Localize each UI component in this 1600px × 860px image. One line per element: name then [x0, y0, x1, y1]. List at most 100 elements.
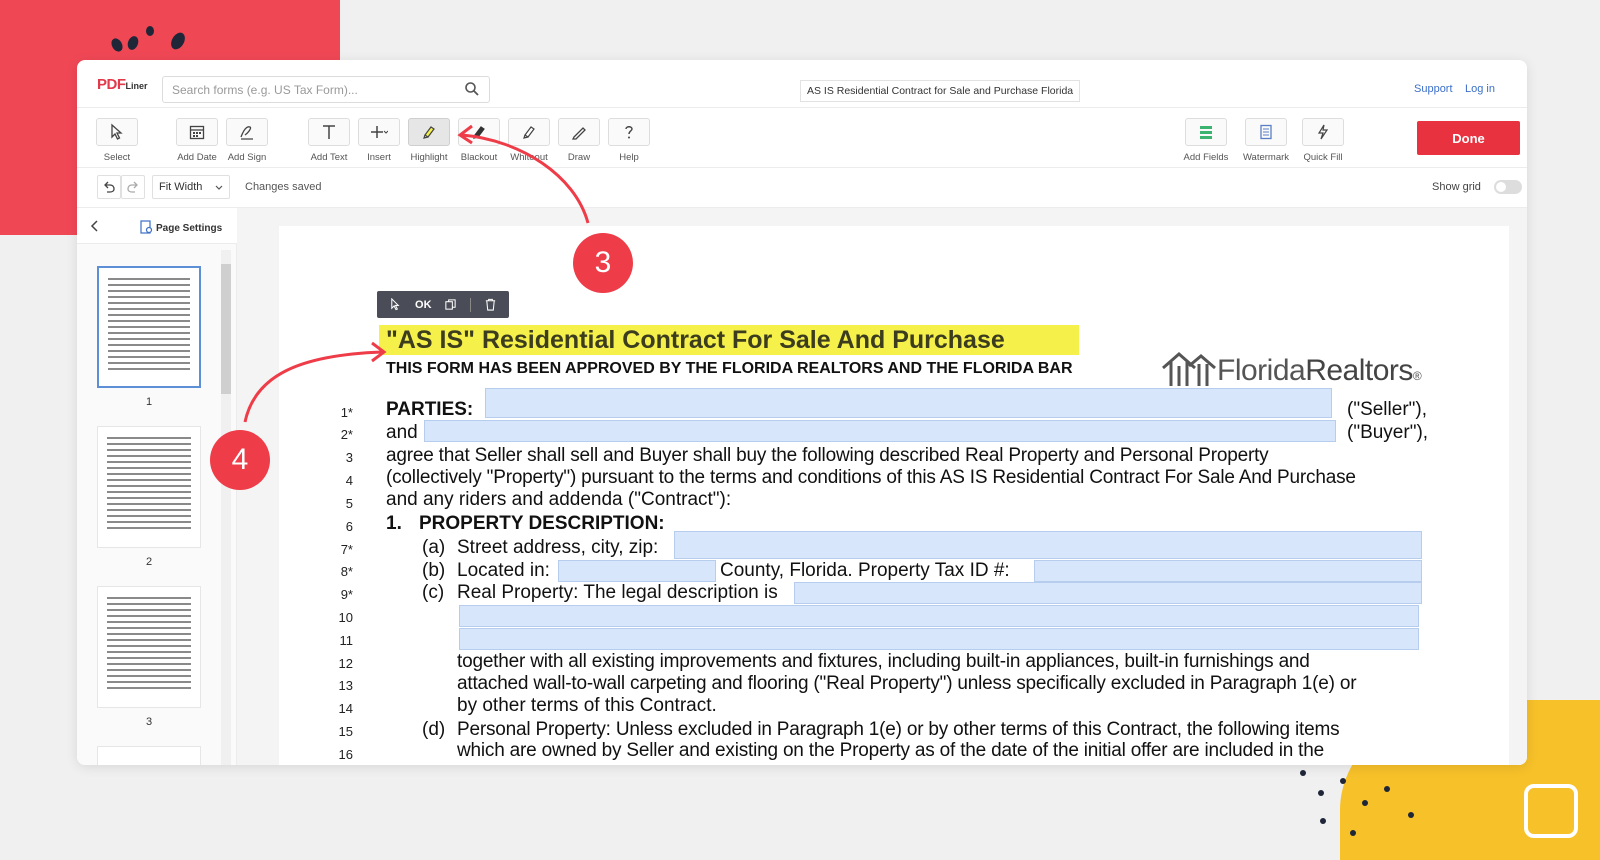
- show-grid-label: Show grid: [1432, 181, 1481, 193]
- and-label: and: [386, 422, 418, 443]
- item-label: (c): [422, 582, 445, 603]
- show-grid-toggle[interactable]: [1494, 180, 1522, 194]
- item-text: Real Property: The legal description is: [457, 582, 778, 603]
- logo[interactable]: PDFLiner: [97, 76, 148, 93]
- sidebar-header: Page Settings: [77, 208, 237, 244]
- question-icon: [608, 118, 650, 146]
- undo-button[interactable]: [97, 175, 121, 199]
- chevron-down-icon: [215, 185, 223, 190]
- tool-draw[interactable]: Draw: [555, 118, 603, 163]
- line-number: 1*: [340, 405, 353, 420]
- cursor-icon: [96, 118, 138, 146]
- tool-add-date[interactable]: Add Date: [173, 118, 221, 163]
- page-thumbnail-3[interactable]: [97, 586, 201, 708]
- decorative-dot: [1340, 778, 1346, 784]
- pdfliner-logo-icon: [1524, 784, 1578, 838]
- item-text: Located in:: [457, 560, 550, 581]
- brand-part1: Florida: [1217, 354, 1306, 387]
- tool-highlight[interactable]: Highlight: [405, 118, 453, 163]
- paragraph-text: which are owned by Seller and existing o…: [457, 740, 1324, 761]
- tool-label: Add Sign: [227, 152, 267, 163]
- tool-label: Add Date: [177, 152, 217, 163]
- legal-description-field-1[interactable]: [794, 582, 1422, 604]
- section-number: 1.: [386, 513, 402, 534]
- copy-icon[interactable]: [444, 298, 457, 311]
- line-number: 7*: [340, 542, 353, 557]
- cursor-icon[interactable]: [389, 298, 402, 311]
- tool-label: Insert: [367, 152, 391, 163]
- tool-add-fields[interactable]: Add Fields: [1182, 118, 1230, 163]
- page-settings-button[interactable]: Page Settings: [139, 220, 222, 234]
- seller-name-field[interactable]: [485, 388, 1332, 418]
- tool-insert[interactable]: Insert: [355, 118, 403, 163]
- search-icon[interactable]: [464, 81, 480, 97]
- tool-quick-fill[interactable]: Quick Fill: [1299, 118, 1347, 163]
- line-number: 15: [338, 724, 353, 739]
- calendar-icon: [176, 118, 218, 146]
- tool-add-sign[interactable]: Add Sign: [223, 118, 271, 163]
- watermark-icon: [1245, 118, 1287, 146]
- paragraph-text: agree that Seller shall sell and Buyer s…: [386, 445, 1269, 466]
- line-number: 8*: [340, 564, 353, 579]
- tool-blackout[interactable]: Blackout: [455, 118, 503, 163]
- page-thumbnail-2[interactable]: [97, 426, 201, 548]
- ok-button[interactable]: OK: [415, 299, 432, 311]
- line-number: 14: [338, 701, 353, 716]
- document-title[interactable]: AS IS Residential Contract for Sale and …: [800, 80, 1081, 102]
- property-tax-id-field[interactable]: [1034, 560, 1422, 582]
- tool-label: Add Fields: [1183, 152, 1229, 163]
- sidebar-scrollbar-thumb[interactable]: [221, 264, 231, 394]
- line-number: 10: [338, 610, 353, 625]
- tool-help[interactable]: Help: [605, 118, 653, 163]
- county-field[interactable]: [558, 560, 716, 582]
- tool-label: Highlight: [410, 152, 448, 163]
- app-window: PDFLiner AS IS Residential Contract for …: [77, 60, 1527, 765]
- tool-label: Help: [619, 152, 639, 163]
- page-thumbnail-1[interactable]: [97, 266, 201, 388]
- divider: [469, 297, 471, 312]
- decorative-dot: [1362, 800, 1368, 806]
- line-number: 5: [345, 496, 353, 511]
- brand-part2: Realtors: [1305, 354, 1413, 387]
- tool-add-text[interactable]: Add Text: [305, 118, 353, 163]
- legal-description-field-2[interactable]: [459, 605, 1419, 627]
- street-address-field[interactable]: [674, 531, 1422, 559]
- trash-icon[interactable]: [484, 298, 497, 311]
- support-link[interactable]: Support: [1414, 83, 1453, 95]
- page-thumbnail-4[interactable]: [97, 746, 201, 765]
- buyer-name-field[interactable]: [424, 420, 1336, 442]
- marker-icon: [458, 118, 500, 146]
- line-number: 16: [338, 747, 353, 762]
- text-icon: [308, 118, 350, 146]
- zoom-value: Fit Width: [159, 181, 203, 193]
- toolbar: Select Add Date Add Sign Add Text Insert…: [77, 108, 1527, 168]
- search-input[interactable]: [162, 76, 490, 103]
- page-settings-icon: [140, 220, 153, 234]
- tool-select[interactable]: Select: [93, 118, 141, 163]
- decorative-dot: [146, 26, 154, 36]
- done-button[interactable]: Done: [1417, 121, 1520, 155]
- login-link[interactable]: Log in: [1465, 83, 1495, 95]
- tool-whiteout[interactable]: Whiteout: [505, 118, 553, 163]
- redo-button[interactable]: [121, 175, 145, 199]
- tool-label: Quick Fill: [1303, 152, 1343, 163]
- paragraph-text: (collectively "Property") pursuant to th…: [386, 467, 1356, 488]
- eraser-icon: [508, 118, 550, 146]
- florida-realtors-logo: FloridaRealtors®: [1159, 348, 1422, 388]
- item-label: (b): [422, 560, 446, 581]
- section-heading: PROPERTY DESCRIPTION:: [419, 513, 665, 534]
- legal-description-field-3[interactable]: [459, 628, 1419, 650]
- line-number: 2*: [340, 427, 353, 442]
- logo-text: PDF: [97, 76, 126, 93]
- paragraph-text: and any riders and addenda ("Contract"):: [386, 489, 732, 510]
- document-subtitle: THIS FORM HAS BEEN APPROVED BY THE FLORI…: [386, 360, 1073, 377]
- thumbnail-page-number: 1: [145, 396, 153, 408]
- zoom-select[interactable]: Fit Width: [152, 175, 230, 199]
- tool-watermark[interactable]: Watermark: [1242, 118, 1290, 163]
- decorative-dot: [1320, 818, 1326, 824]
- tool-label: Draw: [567, 152, 591, 163]
- chevron-left-icon[interactable]: [87, 218, 103, 234]
- item-text: Personal Property: Unless excluded in Pa…: [457, 719, 1340, 740]
- page-settings-label: Page Settings: [156, 223, 223, 234]
- item-label: (a): [422, 537, 446, 558]
